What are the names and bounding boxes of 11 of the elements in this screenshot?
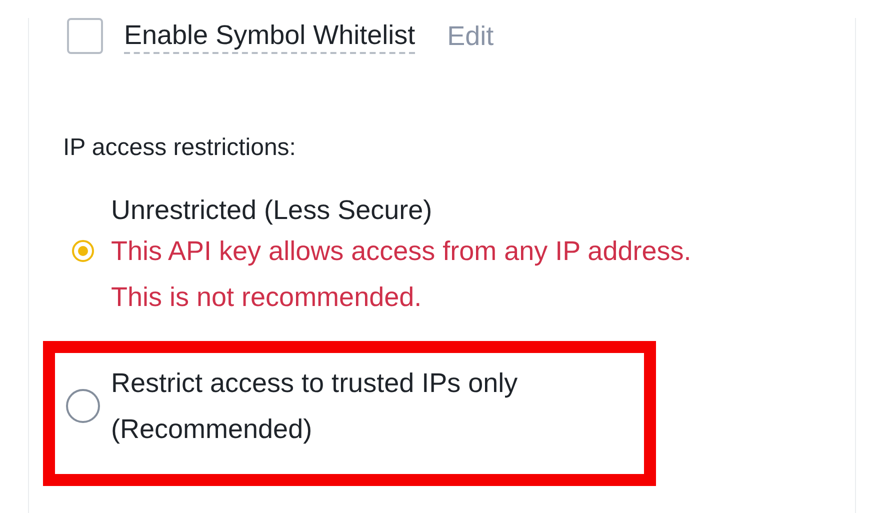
- option-label: Unrestricted (Less Secure): [111, 194, 434, 227]
- warning-text: This API key allows access from any IP address.: [111, 235, 692, 268]
- whitelist-label: Enable Symbol Whitelist: [124, 18, 416, 54]
- radio-button[interactable]: [66, 389, 100, 423]
- warning-text: This is not recommended.: [111, 281, 423, 314]
- edit-link[interactable]: Edit: [447, 16, 494, 56]
- option-label: Restrict access to trusted IPs only: [111, 367, 519, 400]
- checkbox[interactable]: [67, 18, 103, 54]
- radio-button[interactable]: [72, 240, 94, 262]
- option-note: (Recommended): [111, 413, 314, 446]
- section-title: IP access restrictions:: [63, 133, 297, 163]
